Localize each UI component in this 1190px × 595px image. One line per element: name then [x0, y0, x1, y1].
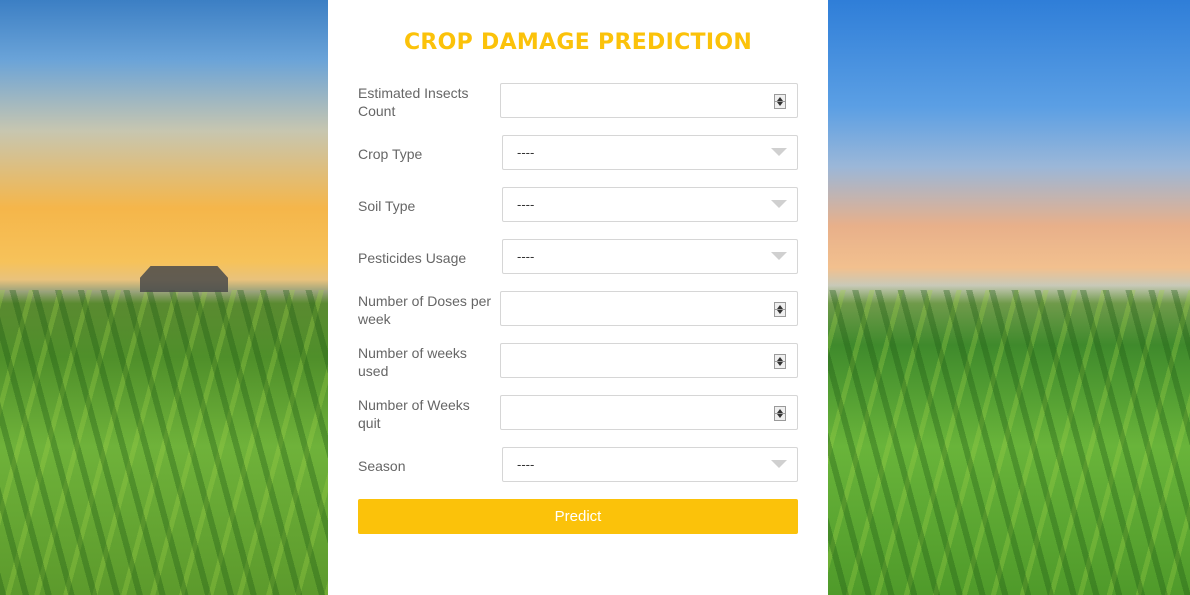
page-title: CROP DAMAGE PREDICTION — [403, 30, 753, 55]
label-weeks-used: Number of weeks used — [358, 344, 467, 379]
form-row-doses-per-week: Number of Doses per week — [358, 291, 798, 328]
label-insects-count: Estimated Insects Count — [358, 84, 469, 119]
label-season: Season — [358, 457, 406, 474]
number-spinner-icon[interactable] — [774, 354, 786, 369]
chevron-down-icon — [771, 148, 787, 156]
farm-hut — [140, 266, 228, 292]
label-pesticides-usage: Pesticides Usage — [358, 249, 467, 266]
crop-type-value: ---- — [517, 145, 535, 160]
label-weeks-quit: Number of Weeks quit — [358, 396, 470, 431]
form-row-crop-type: Crop Type ---- — [358, 135, 798, 172]
number-spinner-icon[interactable] — [774, 94, 786, 109]
pesticides-usage-value: ---- — [517, 249, 535, 264]
form-panel: CROP DAMAGE PREDICTION Estimated Insects… — [328, 0, 828, 595]
label-soil-type: Soil Type — [358, 197, 416, 214]
number-spinner-icon[interactable] — [774, 302, 786, 317]
crop-type-select[interactable]: ---- — [502, 135, 798, 170]
predict-button[interactable]: Predict — [358, 499, 798, 534]
form-row-weeks-quit: Number of Weeks quit — [358, 395, 798, 432]
form-row-insects-count: Estimated Insects Count — [358, 83, 798, 120]
chevron-down-icon — [771, 200, 787, 208]
form-row-season: Season ---- — [358, 447, 798, 484]
soil-type-select[interactable]: ---- — [502, 187, 798, 222]
soil-type-value: ---- — [517, 197, 535, 212]
number-spinner-icon[interactable] — [774, 406, 786, 421]
form-row-pesticides-usage: Pesticides Usage ---- — [358, 239, 798, 276]
label-doses-per-week: Number of Doses per week — [358, 292, 492, 327]
season-value: ---- — [517, 457, 535, 472]
chevron-down-icon — [771, 252, 787, 260]
season-select[interactable]: ---- — [502, 447, 798, 482]
chevron-down-icon — [771, 460, 787, 468]
form-row-soil-type: Soil Type ---- — [358, 187, 798, 224]
form-row-weeks-used: Number of weeks used — [358, 343, 798, 380]
label-crop-type: Crop Type — [358, 145, 423, 162]
doses-per-week-input[interactable] — [500, 291, 798, 326]
weeks-quit-input[interactable] — [500, 395, 798, 430]
weeks-used-input[interactable] — [500, 343, 798, 378]
pesticides-usage-select[interactable]: ---- — [502, 239, 798, 274]
insects-count-input[interactable] — [500, 83, 798, 118]
